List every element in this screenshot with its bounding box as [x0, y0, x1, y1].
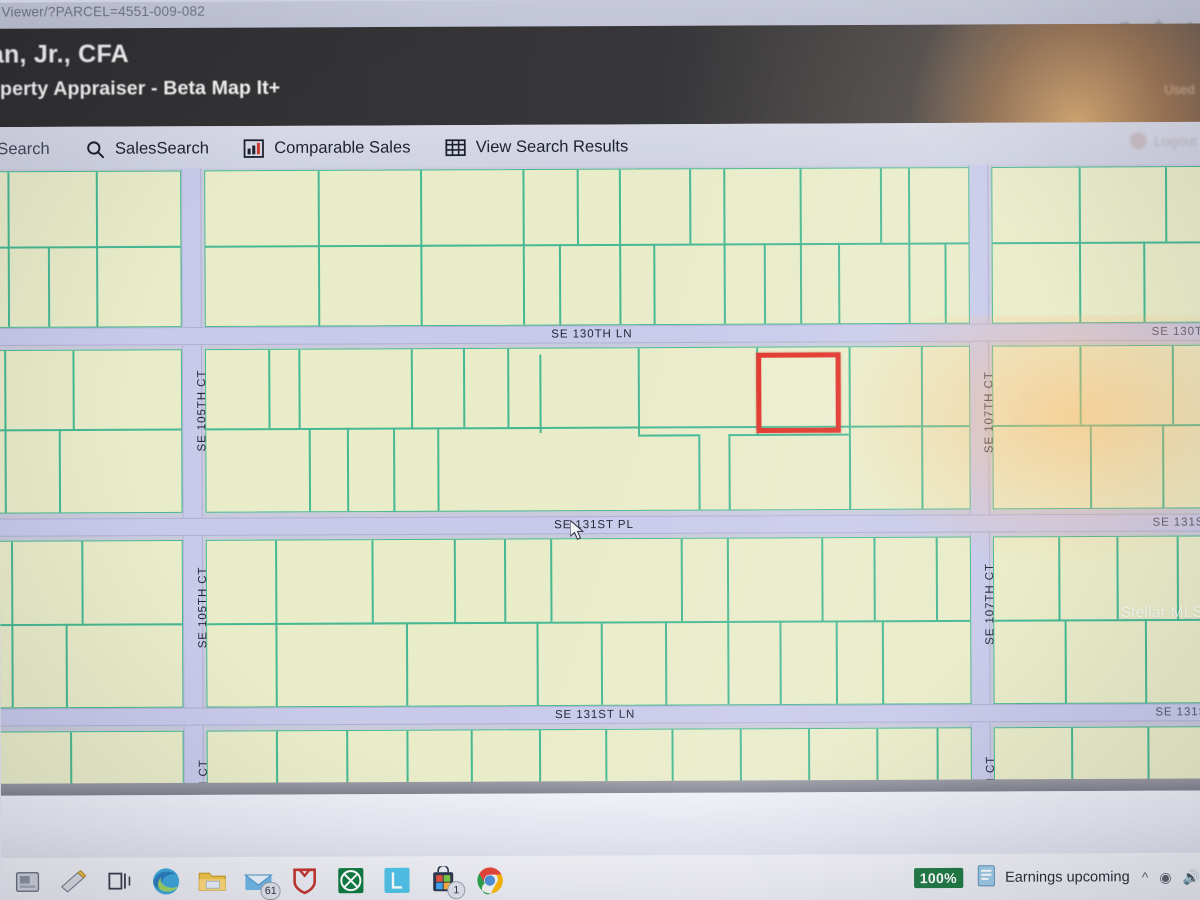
- street-vertical-105th: [181, 168, 204, 789]
- toolbar-label-search: Search: [0, 139, 50, 158]
- street-label-edge-131st-ln: SE 131S: [1155, 706, 1200, 719]
- xbox-icon[interactable]: [331, 860, 371, 900]
- l-app-icon[interactable]: [377, 860, 417, 900]
- edge-browser-icon[interactable]: [146, 861, 186, 900]
- logout-icon: [1129, 132, 1148, 150]
- store-badge: 1: [447, 881, 466, 900]
- mail-badge: 61: [260, 881, 281, 900]
- stellar-mls-watermark: Stellar MLS: [1120, 603, 1200, 622]
- file-explorer-icon[interactable]: [192, 861, 232, 900]
- appraiser-name: an, Jr., CFA: [0, 40, 129, 69]
- windows-start-icon[interactable]: [7, 862, 47, 900]
- parcel-block-row3-left[interactable]: [0, 539, 184, 709]
- selected-parcel-highlight[interactable]: [756, 352, 841, 434]
- map-canvas[interactable]: SE 130TH LN SE 131ST PL SE 131ST LN SE 1…: [0, 164, 1200, 790]
- toolbar-item-comparable-sales[interactable]: Comparable Sales: [243, 136, 411, 159]
- toolbar-label-comparable-sales: Comparable Sales: [274, 137, 411, 157]
- volume-icon[interactable]: 🔊: [1183, 868, 1200, 885]
- parcel-map[interactable]: SE 130TH LN SE 131ST PL SE 131ST LN SE 1…: [0, 164, 1200, 790]
- snipping-tool-icon[interactable]: [54, 862, 94, 900]
- mail-icon[interactable]: 61: [238, 861, 281, 900]
- shield-app-icon[interactable]: [284, 861, 324, 900]
- toolbar-label-sales-search: SalesSearch: [114, 138, 209, 158]
- street-label-107th-ct-top: SE 107TH CT: [983, 371, 996, 454]
- toolbar-label-view-search-results: View Search Results: [475, 136, 629, 156]
- street-label-130th-ln: SE 130TH LN: [551, 328, 633, 341]
- system-tray: ^ ◉ 🔊: [1142, 868, 1200, 885]
- news-widget[interactable]: Earnings upcoming: [975, 863, 1130, 892]
- street-vertical-107th: [968, 164, 991, 786]
- chrome-browser-icon[interactable]: [469, 860, 509, 900]
- parcel-block-row2-left[interactable]: [0, 349, 183, 514]
- street-label-edge-131st-pl: SE 131ST: [1152, 516, 1200, 529]
- street-label-131st-pl: SE 131ST PL: [554, 518, 634, 532]
- chevron-up-icon[interactable]: ^: [1142, 869, 1149, 885]
- street-label-105th-ct-top: SE 105TH CT: [195, 369, 209, 452]
- parcel-block-row2-center[interactable]: [204, 345, 971, 513]
- toolbar-item-view-search-results[interactable]: View Search Results: [445, 135, 629, 158]
- parcel-block-row3-center[interactable]: [205, 536, 972, 708]
- street-label-edge-130th: SE 130TH: [1151, 325, 1200, 338]
- toolbar-item-sales-search[interactable]: SalesSearch: [84, 137, 209, 160]
- app-title: operty Appraiser - Beta Map It+: [0, 76, 281, 101]
- parcel-block-row4-left[interactable]: [0, 730, 184, 790]
- parcel-block-row1-left[interactable]: [0, 170, 182, 329]
- network-icon[interactable]: ◉: [1159, 868, 1171, 885]
- parcel-block-row2-right[interactable]: [992, 344, 1200, 510]
- windows-taskbar: 61 1 100% Earnings upcoming ^ ◉ 🔊: [1, 852, 1200, 900]
- mouse-cursor: [569, 518, 586, 542]
- parcel-block-row1-center[interactable]: [204, 167, 970, 328]
- street-label-131st-ln: SE 131ST LN: [554, 708, 636, 722]
- screen-content: ...Viewer/?PARCEL=4551-009-082 ➦ ★ ● an,…: [0, 0, 1200, 900]
- taskbar-icon-group: 61 1: [1, 860, 509, 900]
- microsoft-store-icon[interactable]: 1: [423, 860, 466, 900]
- street-label-105th-ct-mid: SE 105TH CT: [196, 566, 210, 649]
- logout-button[interactable]: Logout: [1129, 132, 1198, 150]
- header-faded-text: Used: [1164, 81, 1195, 97]
- monitor-photo-screen: ...Viewer/?PARCEL=4551-009-082 ➦ ★ ● an,…: [0, 0, 1200, 900]
- news-text: Earnings upcoming: [1005, 869, 1130, 886]
- taskbar-right-group: 100% Earnings upcoming ^ ◉ 🔊: [913, 853, 1200, 900]
- parcel-block-row1-right[interactable]: [991, 165, 1200, 324]
- news-document-icon: [975, 864, 997, 892]
- logout-label: Logout: [1153, 132, 1198, 149]
- street-label-107th-ct-mid: SE 107TH CT: [983, 563, 997, 645]
- magnifier-icon: [84, 138, 106, 160]
- zoom-level-badge[interactable]: 100%: [913, 867, 963, 889]
- desktop-background: [1, 790, 1200, 859]
- task-view-icon[interactable]: [100, 861, 140, 900]
- toolbar-item-search[interactable]: Search: [0, 138, 50, 160]
- bar-chart-icon: [243, 137, 265, 159]
- parcel-block-row4-right[interactable]: [993, 725, 1200, 786]
- grid-table-icon: [445, 136, 467, 158]
- address-bar-text[interactable]: ...Viewer/?PARCEL=4551-009-082: [0, 4, 205, 20]
- app-header: an, Jr., CFA operty Appraiser - Beta Map…: [0, 23, 1200, 128]
